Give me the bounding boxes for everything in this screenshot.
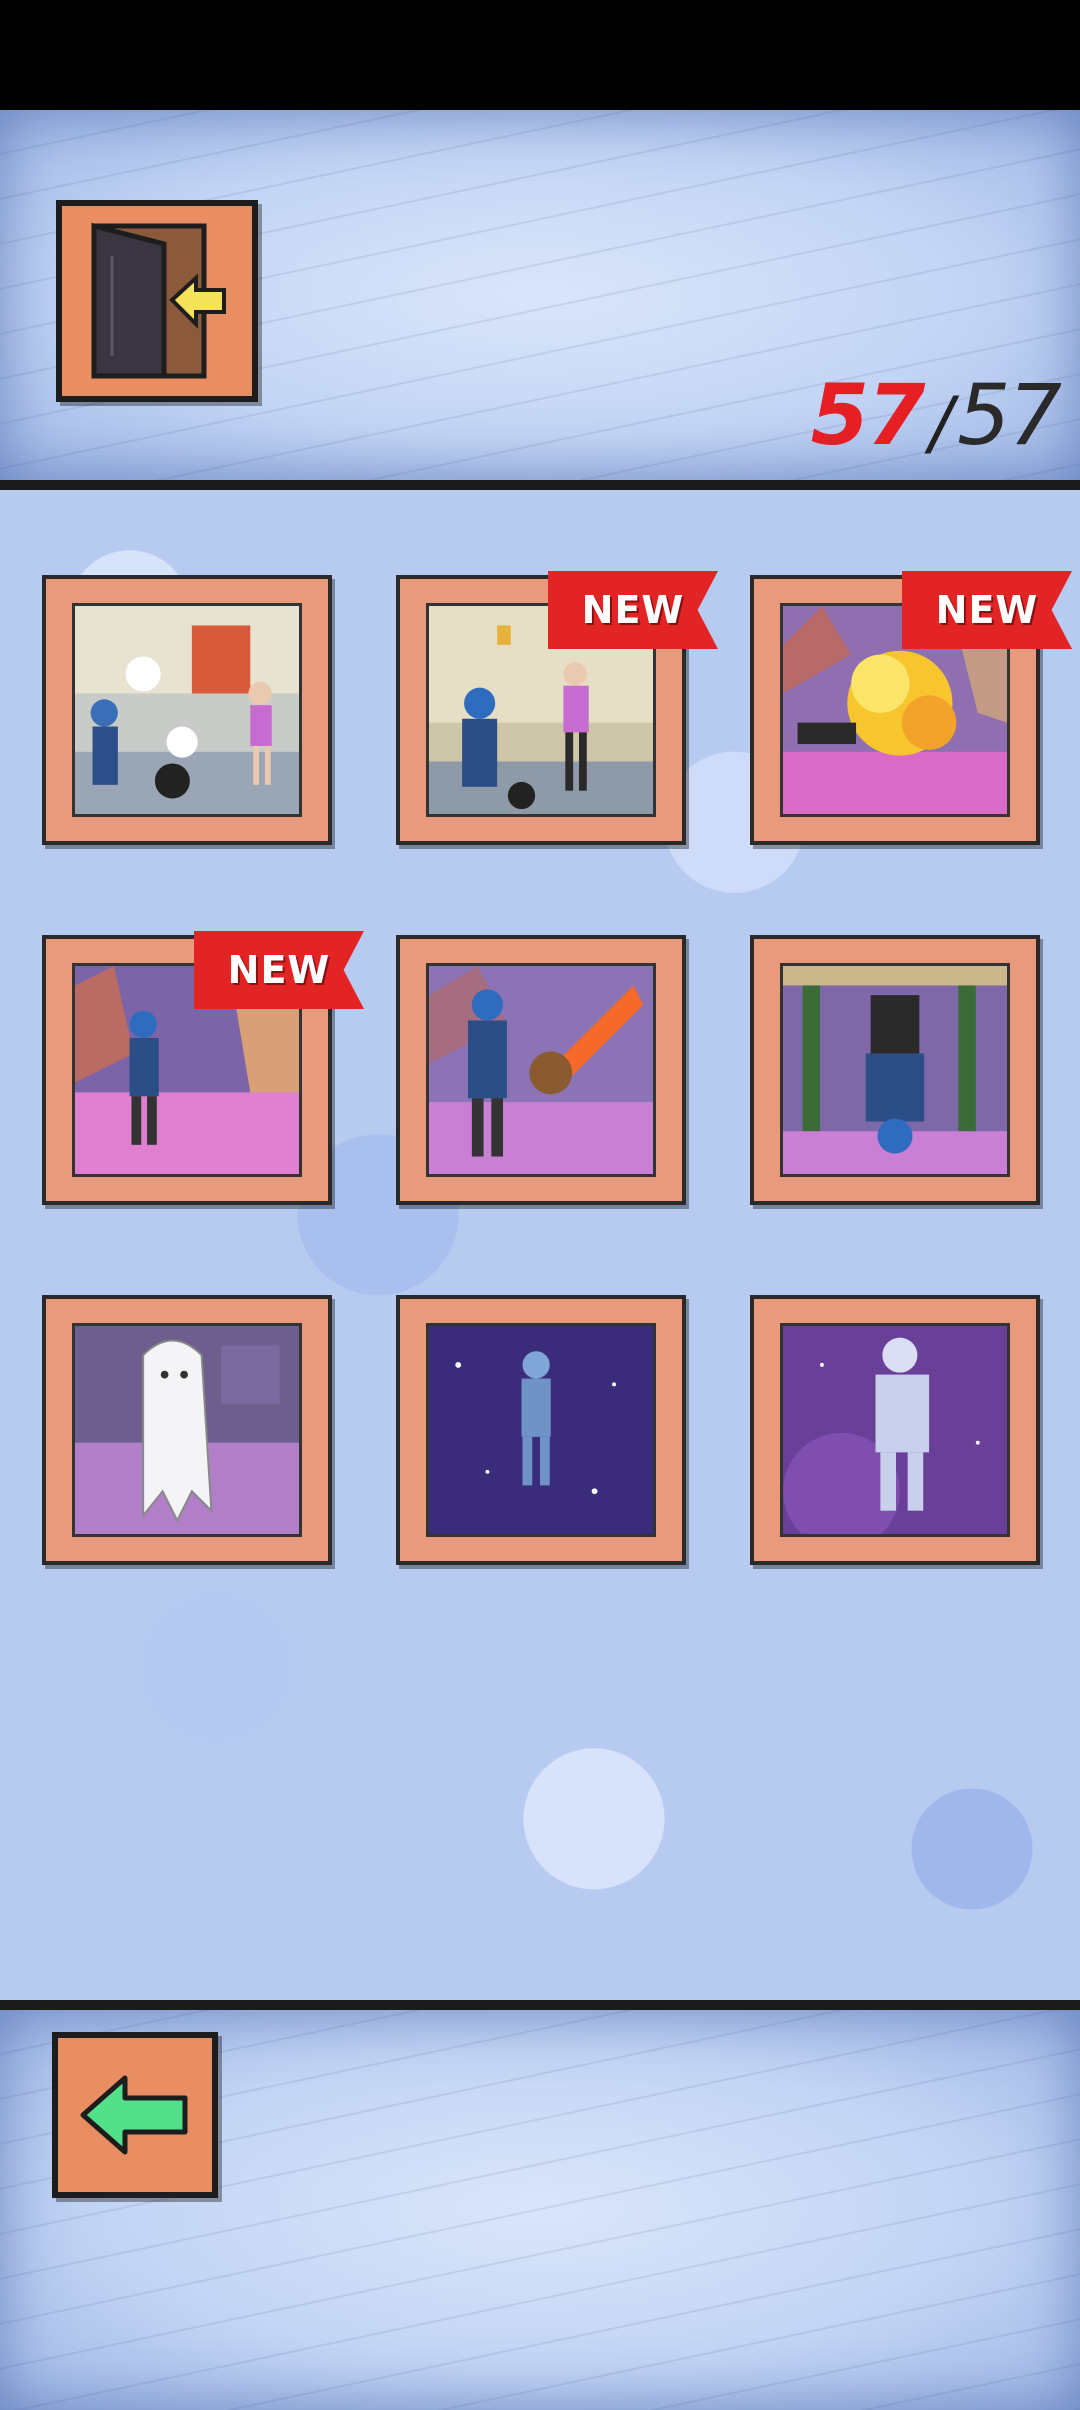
counter-current: 57 xyxy=(810,366,926,464)
exit-button[interactable] xyxy=(56,200,258,402)
exit-door-icon xyxy=(91,222,226,379)
arrow-left-icon xyxy=(80,2075,188,2155)
scene-thumbnail-6[interactable] xyxy=(750,935,1040,1205)
scene-thumbnail-7[interactable] xyxy=(42,1295,332,1565)
scene-thumbnail-5[interactable] xyxy=(396,935,686,1205)
scene-image-ghost xyxy=(72,1323,302,1537)
scene-thumbnail-3[interactable]: NEW xyxy=(750,571,1072,845)
scene-image-space-figure xyxy=(426,1323,656,1537)
back-button[interactable] xyxy=(52,2032,218,2198)
new-badge: NEW xyxy=(194,931,364,1009)
scene-image-crystal-figure xyxy=(780,1323,1010,1537)
scene-thumbnail-8[interactable] xyxy=(396,1295,686,1565)
new-badge: NEW xyxy=(902,571,1072,649)
scene-image-kitchen-dishes xyxy=(72,603,302,817)
scene-thumbnail-4[interactable]: NEW xyxy=(42,931,364,1205)
scene-thumbnail-1[interactable] xyxy=(42,575,332,845)
scene-thumbnail-2[interactable]: NEW xyxy=(396,571,718,845)
scene-counter: 57 / 57 xyxy=(810,364,1062,464)
status-bar xyxy=(0,0,1080,110)
scene-image-upside-down xyxy=(780,963,1010,1177)
counter-separator: / xyxy=(929,382,954,464)
counter-total: 57 xyxy=(957,366,1062,464)
scene-thumbnail-9[interactable] xyxy=(750,1295,1040,1565)
new-badge: NEW xyxy=(548,571,718,649)
scene-image-meteor xyxy=(426,963,656,1177)
